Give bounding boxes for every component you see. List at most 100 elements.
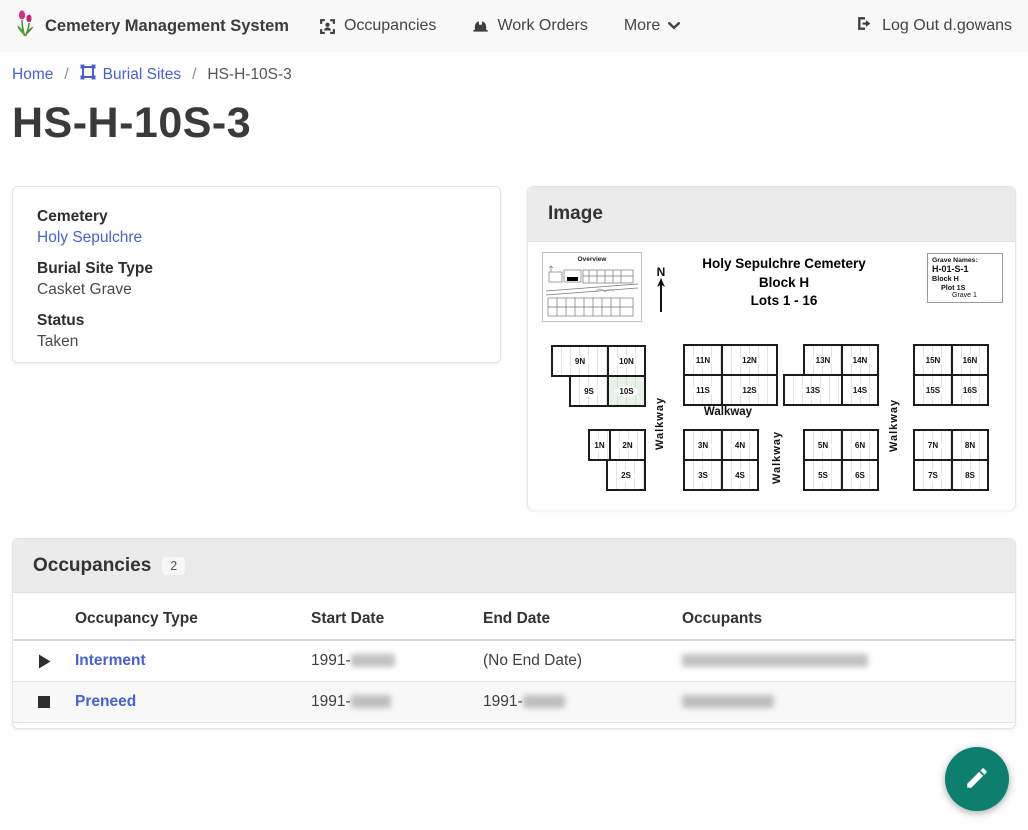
map-lot-14S: 14S [841, 374, 879, 406]
breadcrumb-burial-sites[interactable]: Burial Sites [80, 64, 181, 85]
map-lot-7S: 7S [913, 459, 953, 491]
portrait-frame-icon [319, 18, 336, 35]
map-lot-4N: 4N [721, 429, 759, 461]
redacted-text [523, 695, 565, 708]
nav-work-orders[interactable]: Work Orders [472, 17, 587, 35]
end-date-cell: (No End Date) [483, 652, 682, 670]
plot-frame-icon [80, 64, 96, 85]
breadcrumb-separator: / [192, 66, 196, 84]
breadcrumb-current: HS-H-10S-3 [207, 66, 291, 84]
map-lot-3S: 3S [683, 459, 723, 491]
field-burial-site-type: Burial Site Type Casket Grave [37, 260, 476, 299]
map-lot-6N: 6N [841, 429, 879, 461]
map-lot-3N: 3N [683, 429, 723, 461]
cemetery-link[interactable]: Holy Sepulchre [37, 229, 142, 246]
redacted-text [682, 654, 868, 667]
breadcrumb-home[interactable]: Home [12, 66, 53, 84]
col-occupants: Occupants [682, 610, 1015, 628]
map-lot-10S-highlighted: 10S [607, 375, 646, 407]
map-lot-6S: 6S [841, 459, 879, 491]
map-lot-15N: 15N [913, 344, 953, 376]
image-card: Image Overview [527, 186, 1016, 510]
map-lot-8S: 8S [951, 459, 989, 491]
image-panel-title: Image [548, 203, 603, 225]
brand-home-link[interactable]: Cemetery Management System [14, 9, 289, 43]
map-lot-5N: 5N [803, 429, 843, 461]
redacted-text [351, 695, 391, 708]
map-lot-12S: 12S [721, 374, 778, 406]
occupancies-table: Occupancy Type Start Date End Date Occup… [13, 593, 1015, 723]
burial-site-type-label: Burial Site Type [37, 260, 476, 278]
tulip-logo-icon [14, 9, 36, 43]
map-lot-15S: 15S [913, 374, 953, 406]
map-lot-11N: 11N [683, 344, 723, 376]
start-date-cell: 1991- [311, 652, 483, 670]
breadcrumb-burial-sites-label: Burial Sites [103, 66, 181, 84]
col-start-date: Start Date [311, 610, 483, 628]
grave-names-legend: Grave Names: H-01-S-1 Block H Plot 1S Gr… [927, 253, 1003, 303]
map-lot-9S: 9S [569, 375, 609, 407]
map-lot-5S: 5S [803, 459, 843, 491]
redacted-text [351, 654, 395, 667]
edit-fab-button[interactable] [945, 747, 1009, 811]
hard-hat-icon [472, 18, 489, 35]
map-lot-12N: 12N [721, 344, 778, 376]
breadcrumb-separator: / [64, 66, 68, 84]
occupants-cell [682, 652, 1015, 670]
occupancies-table-header: Occupancy Type Start Date End Date Occup… [13, 599, 1015, 641]
nav-more-label: More [624, 17, 660, 35]
cemetery-label: Cemetery [37, 208, 476, 226]
legend-block: Block H [932, 274, 998, 283]
status-value: Taken [37, 333, 476, 351]
map-lot-4S: 4S [721, 459, 759, 491]
pencil-icon [964, 765, 990, 794]
map-lot-14N: 14N [841, 344, 879, 376]
nav-occupancies[interactable]: Occupancies [319, 17, 437, 35]
occupancy-row-interment: Interment 1991- (No End Date) [13, 641, 1015, 682]
map-title-line2: Block H [664, 274, 904, 293]
logout-link[interactable]: Log Out d.gowans [856, 15, 1012, 37]
walkway-label-horizontal: Walkway [686, 406, 770, 418]
logout-icon [856, 15, 873, 37]
nav-work-orders-label: Work Orders [497, 17, 587, 35]
walkway-label-vertical-1: Walkway [654, 388, 666, 450]
nav-more[interactable]: More [624, 17, 680, 35]
field-cemetery: Cemetery Holy Sepulchre [37, 208, 476, 247]
plot-map-image: Overview N [528, 242, 1015, 510]
map-lot-11S: 11S [683, 374, 723, 406]
status-label: Status [37, 312, 476, 330]
map-title-line3: Lots 1 - 16 [664, 292, 904, 311]
map-lot-1N: 1N [588, 429, 611, 461]
occupancy-link-interment[interactable]: Interment [75, 652, 146, 669]
map-overview-thumbnail: Overview [542, 252, 642, 322]
legend-heading: Grave Names: [932, 257, 998, 264]
map-lot-16S: 16S [951, 374, 989, 406]
map-lot-7N: 7N [913, 429, 953, 461]
map-lot-16N: 16N [951, 344, 989, 376]
redacted-text [682, 695, 774, 708]
occupancy-link-preneed[interactable]: Preneed [75, 693, 136, 710]
stop-icon [13, 695, 75, 709]
map-lot-2N: 2N [609, 429, 646, 461]
map-title: Holy Sepulchre Cemetery Block H Lots 1 -… [664, 255, 904, 311]
legend-grave: Grave 1 [932, 292, 998, 299]
nav-links: Occupancies Work Orders More [319, 17, 680, 35]
col-occupancy-type: Occupancy Type [75, 610, 311, 628]
end-date-cell: 1991- [483, 693, 682, 711]
burial-site-type-value: Casket Grave [37, 281, 476, 299]
legend-grave-name: H-01-S-1 [932, 264, 998, 274]
play-icon [13, 654, 75, 669]
top-navbar: Cemetery Management System Occupancies [0, 0, 1028, 52]
map-lot-9N: 9N [551, 345, 609, 377]
legend-plot: Plot 1S [932, 283, 998, 292]
field-status: Status Taken [37, 312, 476, 351]
map-overview-label: Overview [543, 256, 641, 263]
walkway-label-vertical-2: Walkway [888, 390, 900, 452]
details-card: Cemetery Holy Sepulchre Burial Site Type… [12, 186, 501, 363]
occupancies-card: Occupancies 2 Occupancy Type Start Date … [12, 538, 1016, 729]
col-end-date: End Date [483, 610, 682, 628]
map-lot-10N: 10N [607, 345, 646, 377]
start-date-cell: 1991- [311, 693, 483, 711]
logout-label: Log Out d.gowans [882, 17, 1012, 35]
map-lot-13N: 13N [803, 344, 843, 376]
